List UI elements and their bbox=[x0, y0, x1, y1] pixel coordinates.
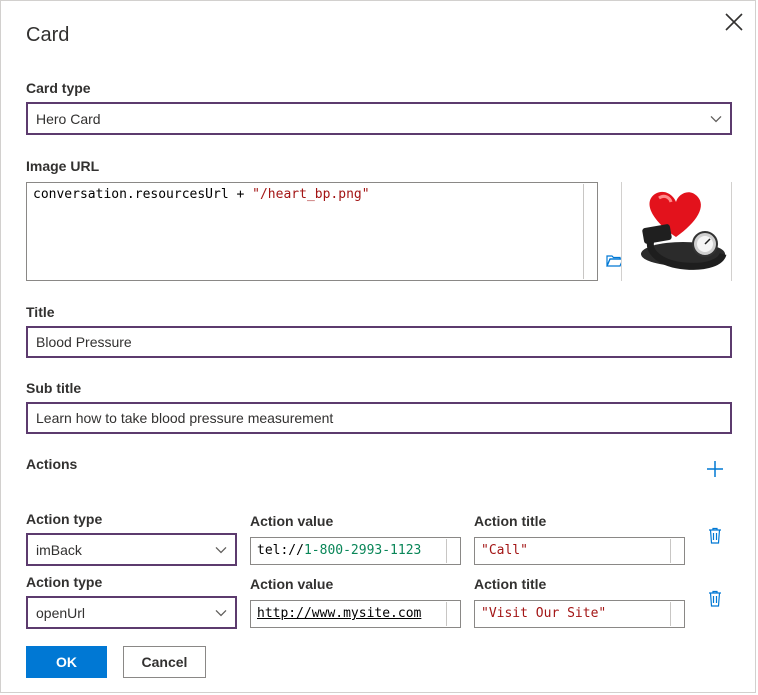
action-title-editor[interactable]: "Call" bbox=[474, 537, 685, 565]
action-title-value: "Call" bbox=[481, 543, 528, 558]
image-url-label: Image URL bbox=[26, 158, 100, 174]
trash-icon[interactable] bbox=[708, 590, 722, 607]
actions-label: Actions bbox=[26, 456, 78, 472]
action-value-prefix: tel:// bbox=[257, 543, 304, 558]
title-input[interactable]: Blood Pressure bbox=[26, 326, 732, 358]
subtitle-label: Sub title bbox=[26, 380, 82, 396]
card-type-select[interactable]: Hero Card bbox=[26, 102, 732, 135]
subtitle-input[interactable]: Learn how to take blood pressure measure… bbox=[26, 402, 732, 434]
cancel-button[interactable]: Cancel bbox=[123, 646, 206, 678]
editor-scrollbar[interactable] bbox=[446, 602, 459, 626]
action-value-number: 1-800-2993-1123 bbox=[303, 543, 422, 558]
heart-blood-pressure-image bbox=[621, 182, 732, 281]
image-url-editor[interactable]: conversation.resourcesUrl + "/heart_bp.p… bbox=[26, 182, 598, 281]
close-icon[interactable] bbox=[723, 11, 745, 33]
plus-icon[interactable] bbox=[706, 460, 724, 478]
action-type-value: imBack bbox=[36, 541, 82, 558]
title-label: Title bbox=[26, 304, 55, 320]
card-type-label: Card type bbox=[26, 80, 91, 96]
card-dialog: Card Card type Hero Card Image URL conve… bbox=[0, 0, 756, 693]
title-value: Blood Pressure bbox=[36, 334, 132, 350]
action-title-editor[interactable]: "Visit Our Site" bbox=[474, 600, 685, 628]
action-value-editor[interactable]: http://www.mysite.com bbox=[250, 600, 461, 628]
card-type-value: Hero Card bbox=[36, 110, 101, 127]
chevron-down-icon bbox=[215, 609, 227, 616]
action-title-label: Action title bbox=[474, 576, 547, 592]
ok-button[interactable]: OK bbox=[26, 646, 107, 678]
editor-scrollbar[interactable] bbox=[446, 539, 459, 563]
editor-scrollbar[interactable] bbox=[670, 539, 683, 563]
image-url-code: conversation.resourcesUrl + "/heart_bp.p… bbox=[33, 187, 370, 202]
chevron-down-icon bbox=[710, 115, 722, 122]
trash-icon[interactable] bbox=[708, 527, 722, 544]
image-url-code-string: "/heart_bp.png" bbox=[252, 187, 370, 202]
dialog-title: Card bbox=[26, 24, 70, 46]
action-title-label: Action title bbox=[474, 513, 547, 529]
image-url-code-prefix: conversation.resourcesUrl + bbox=[33, 187, 253, 202]
action-value-code: tel://1-800-2993-1123 bbox=[257, 543, 421, 558]
action-type-select[interactable]: openUrl bbox=[26, 596, 237, 629]
subtitle-value: Learn how to take blood pressure measure… bbox=[36, 410, 334, 426]
action-type-value: openUrl bbox=[36, 604, 86, 621]
action-value-editor[interactable]: tel://1-800-2993-1123 bbox=[250, 537, 461, 565]
action-title-value: "Visit Our Site" bbox=[481, 606, 607, 621]
editor-scrollbar[interactable] bbox=[583, 184, 596, 279]
action-type-label: Action type bbox=[26, 511, 103, 527]
action-type-label: Action type bbox=[26, 574, 103, 590]
action-value-url: http://www.mysite.com bbox=[257, 606, 422, 621]
action-type-select[interactable]: imBack bbox=[26, 533, 237, 566]
action-value-label: Action value bbox=[250, 576, 334, 592]
action-value-label: Action value bbox=[250, 513, 334, 529]
chevron-down-icon bbox=[215, 546, 227, 553]
editor-scrollbar[interactable] bbox=[670, 602, 683, 626]
